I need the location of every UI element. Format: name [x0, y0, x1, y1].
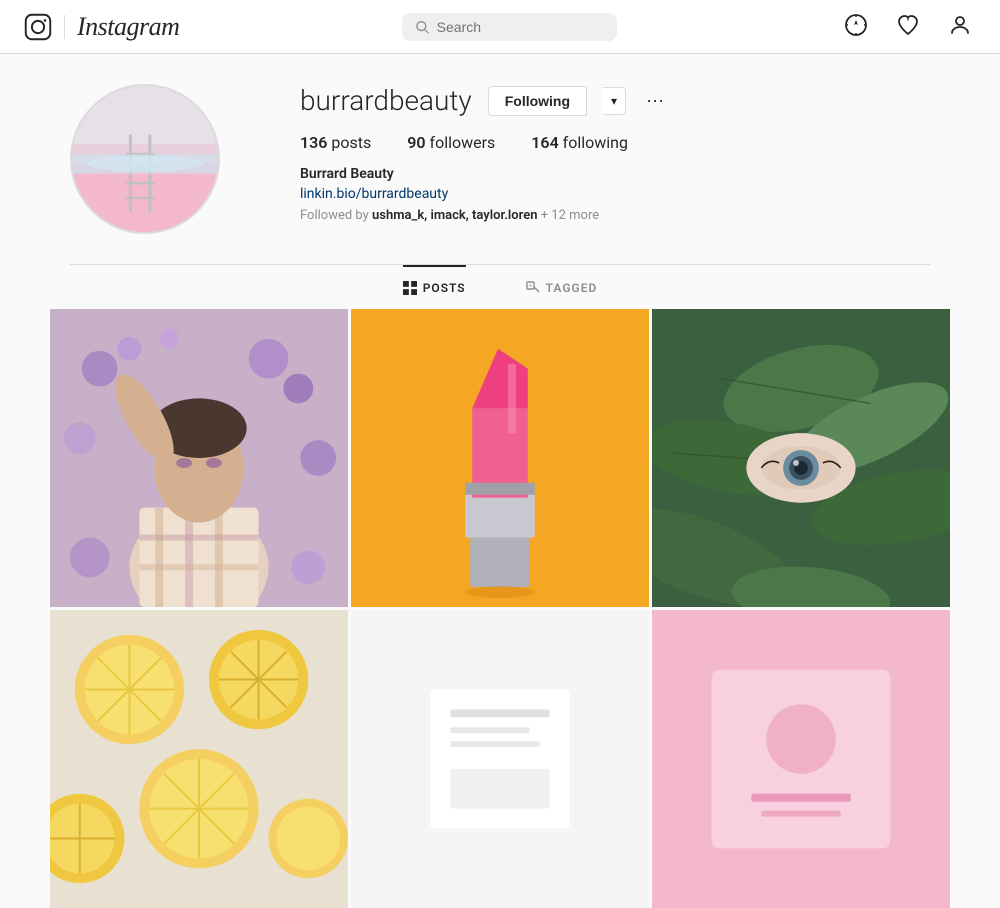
post-image-2: [351, 309, 649, 607]
compass-button[interactable]: [840, 9, 872, 44]
post-image-4: [50, 610, 348, 908]
avatar-image: [72, 86, 218, 232]
more-options-button[interactable]: ···: [642, 90, 668, 111]
search-icon: [416, 20, 428, 34]
followers-count: 90: [407, 133, 425, 152]
grid-item-6[interactable]: [652, 610, 950, 908]
followed-by-more: + 12 more: [541, 208, 599, 223]
search-bar[interactable]: [402, 13, 617, 41]
tab-tagged[interactable]: TAGGED: [526, 265, 598, 309]
profile-header: burrardbeauty Following ▾ ··· 136 posts …: [70, 84, 930, 234]
posts-tab-label: POSTS: [423, 281, 466, 295]
tagged-tab-label: TAGGED: [546, 281, 598, 295]
post-image-1: [50, 309, 348, 607]
following-count: 164: [531, 133, 558, 152]
instagram-wordmark: Instagram: [77, 12, 179, 42]
profile-stats: 136 posts 90 followers 164 following: [300, 133, 930, 152]
following-label: following: [563, 133, 628, 152]
profile-username: burrardbeauty: [300, 84, 472, 117]
grid-item-5[interactable]: [351, 610, 649, 908]
tag-icon: [526, 281, 540, 295]
header-left: Instagram: [24, 12, 179, 42]
grid-icon: [403, 281, 417, 295]
instagram-camera-icon: [24, 13, 52, 41]
avatar-container: [70, 84, 220, 234]
post-count: 136: [300, 133, 327, 152]
followers-label: followers: [430, 133, 496, 152]
posts-stat: 136 posts: [300, 133, 371, 152]
avatar: [70, 84, 220, 234]
profile-section: burrardbeauty Following ▾ ··· 136 posts …: [50, 84, 950, 309]
compass-icon: [844, 13, 868, 37]
user-icon: [948, 13, 972, 37]
posts-grid: [50, 309, 950, 908]
profile-name-row: burrardbeauty Following ▾ ···: [300, 84, 930, 117]
profile-button[interactable]: [944, 9, 976, 44]
tab-posts[interactable]: POSTS: [403, 265, 466, 309]
grid-item-2[interactable]: [351, 309, 649, 607]
header: Instagram: [0, 0, 1000, 54]
profile-info: burrardbeauty Following ▾ ··· 136 posts …: [300, 84, 930, 223]
following-dropdown-button[interactable]: ▾: [603, 87, 626, 115]
header-nav-icons: [840, 9, 976, 44]
tabs-row: POSTS TAGGED: [70, 265, 930, 309]
following-stat: 164 following: [531, 133, 628, 152]
profile-link[interactable]: linkin.bio/burrardbeauty: [300, 186, 930, 202]
grid-item-3[interactable]: [652, 309, 950, 607]
header-divider: [64, 15, 65, 39]
search-input[interactable]: [437, 19, 604, 35]
grid-item-4[interactable]: [50, 610, 348, 908]
followed-by: Followed by ushma_k, imack, taylor.loren…: [300, 208, 930, 223]
followed-by-label: Followed by: [300, 208, 369, 223]
profile-fullname: Burrard Beauty: [300, 166, 930, 182]
heart-button[interactable]: [892, 9, 924, 44]
followers-stat: 90 followers: [407, 133, 495, 152]
post-image-3: [652, 309, 950, 607]
heart-icon: [896, 13, 920, 37]
following-button[interactable]: Following: [488, 86, 587, 116]
post-image-6: [652, 610, 950, 908]
followed-by-users[interactable]: ushma_k, imack, taylor.loren: [372, 208, 537, 223]
post-image-5: [351, 610, 649, 908]
grid-item-1[interactable]: [50, 309, 348, 607]
posts-label: posts: [331, 133, 371, 152]
